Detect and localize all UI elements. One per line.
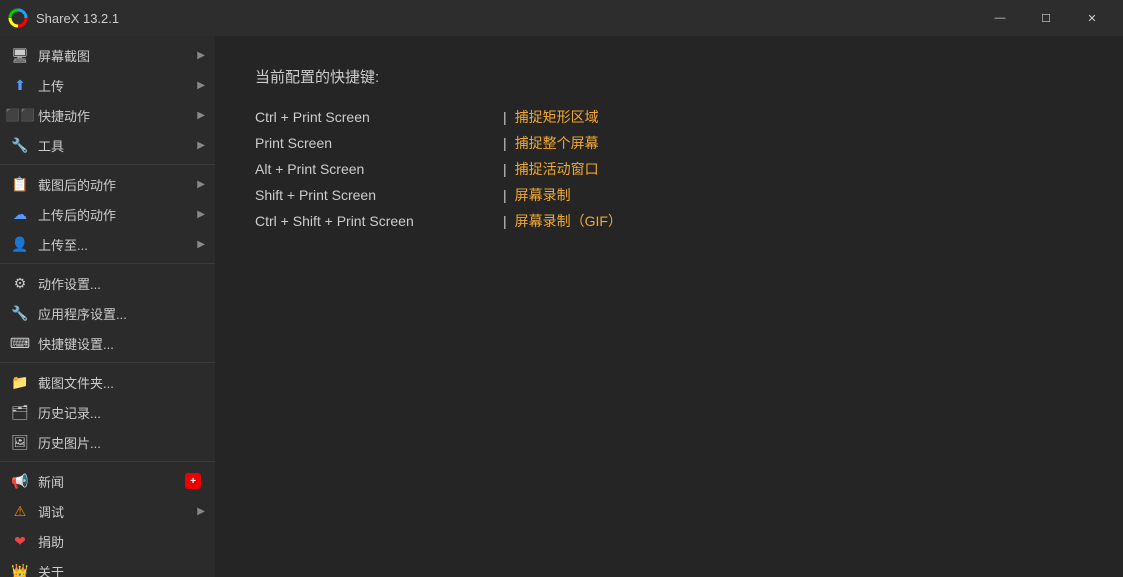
shortcut-key-1: Print Screen [255,135,495,151]
sidebar-label-history-images: 历史图片... [38,433,205,452]
app-logo [8,8,28,28]
shortcut-key-0: Ctrl + Print Screen [255,109,495,125]
sidebar-item-upload[interactable]: ⬆ 上传 ▶ [0,70,215,100]
content-area: 当前配置的快捷键: Ctrl + Print Screen | 捕捉矩形区域 P… [215,36,1123,577]
sidebar-label-hotkey-settings: 快捷键设置... [38,334,205,353]
capture-folder-icon: 📁 [10,372,30,392]
sidebar-item-quickactions[interactable]: ⬛⬛ 快捷动作 ▶ [0,100,215,130]
sidebar-item-screenshot[interactable]: 🖥 屏幕截图 ▶ [0,40,215,70]
shortcut-sep-3: | [503,187,507,203]
sidebar-label-capture-folder: 截图文件夹... [38,373,205,392]
sidebar-label-about: 关于 [38,562,205,577]
action-settings-icon: ⚙ [10,273,30,293]
close-button[interactable]: ✕ [1069,0,1115,36]
shortcut-action-2: 捕捉活动窗口 [515,159,599,179]
debug-icon: ⚠ [10,501,30,521]
upload-icon: ⬆ [10,75,30,95]
shortcut-sep-4: | [503,213,507,229]
window-controls: — ☐ ✕ [977,0,1115,36]
sidebar-item-debug[interactable]: ⚠ 调试 ▶ [0,496,215,526]
sidebar-item-upload-to[interactable]: 👤 上传至... ▶ [0,229,215,259]
sidebar-label-tools: 工具 [38,136,197,155]
divider-3 [0,362,215,363]
after-upload-icon: ☁ [10,204,30,224]
arrow-icon-quickactions: ▶ [197,110,205,121]
shortcut-row-4: Ctrl + Shift + Print Screen | 屏幕录制（GIF） [255,211,1083,231]
history-images-icon: 🖼 [10,432,30,452]
shortcut-sep-2: | [503,161,507,177]
sidebar-label-action-settings: 动作设置... [38,274,205,293]
arrow-icon-after-capture: ▶ [197,179,205,190]
sidebar-item-after-capture[interactable]: 📋 截图后的动作 ▶ [0,169,215,199]
sidebar-label-debug: 调试 [38,502,197,521]
after-capture-icon: 📋 [10,174,30,194]
arrow-icon-debug: ▶ [197,506,205,517]
app-settings-icon: 🔧 [10,303,30,323]
arrow-icon-after-upload: ▶ [197,209,205,220]
sidebar-label-app-settings: 应用程序设置... [38,304,205,323]
sidebar-item-app-settings[interactable]: 🔧 应用程序设置... [0,298,215,328]
arrow-icon-screenshot: ▶ [197,50,205,61]
sidebar-label-upload: 上传 [38,76,197,95]
shortcut-action-4: 屏幕录制（GIF） [515,211,622,231]
shortcut-sep-0: | [503,109,507,125]
shortcut-row-2: Alt + Print Screen | 捕捉活动窗口 [255,159,1083,179]
hotkey-settings-icon: ⌨ [10,333,30,353]
quickactions-icon: ⬛⬛ [10,105,30,125]
shortcut-key-3: Shift + Print Screen [255,187,495,203]
shortcut-row-1: Print Screen | 捕捉整个屏幕 [255,133,1083,153]
arrow-icon-upload-to: ▶ [197,239,205,250]
news-icon: 📢 [10,471,30,491]
shortcut-action-1: 捕捉整个屏幕 [515,133,599,153]
sidebar-label-screenshot: 屏幕截图 [38,46,197,65]
sidebar-item-hotkey-settings[interactable]: ⌨ 快捷键设置... [0,328,215,358]
news-badge: + [185,473,201,489]
tools-icon: 🔧 [10,135,30,155]
shortcut-action-0: 捕捉矩形区域 [515,107,599,127]
sidebar-label-history: 历史记录... [38,403,205,422]
shortcut-row-3: Shift + Print Screen | 屏幕录制 [255,185,1083,205]
sidebar-item-tools[interactable]: 🔧 工具 ▶ [0,130,215,160]
shortcut-action-3: 屏幕录制 [515,185,571,205]
content-title: 当前配置的快捷键: [255,66,1083,87]
shortcut-list: Ctrl + Print Screen | 捕捉矩形区域 Print Scree… [255,107,1083,231]
donate-icon: ❤ [10,531,30,551]
sidebar: 🖥 屏幕截图 ▶ ⬆ 上传 ▶ ⬛⬛ 快捷动作 ▶ 🔧 工具 ▶ [0,36,215,577]
titlebar: ShareX 13.2.1 — ☐ ✕ [0,0,1123,36]
minimize-button[interactable]: — [977,0,1023,36]
maximize-button[interactable]: ☐ [1023,0,1069,36]
about-icon: 👑 [10,561,30,577]
arrow-icon-upload: ▶ [197,80,205,91]
arrow-icon-tools: ▶ [197,140,205,151]
sidebar-item-history-images[interactable]: 🖼 历史图片... [0,427,215,457]
divider-1 [0,164,215,165]
sidebar-item-news[interactable]: 📢 新闻 + [0,466,215,496]
sidebar-item-history[interactable]: 🗂 历史记录... [0,397,215,427]
sidebar-label-donate: 捐助 [38,532,205,551]
upload-to-icon: 👤 [10,234,30,254]
shortcut-row-0: Ctrl + Print Screen | 捕捉矩形区域 [255,107,1083,127]
sidebar-label-after-upload: 上传后的动作 [38,205,197,224]
sidebar-label-upload-to: 上传至... [38,235,197,254]
screenshot-icon: 🖥 [10,45,30,65]
sidebar-item-after-upload[interactable]: ☁ 上传后的动作 ▶ [0,199,215,229]
divider-2 [0,263,215,264]
sidebar-label-quickactions: 快捷动作 [38,106,197,125]
shortcut-sep-1: | [503,135,507,151]
shortcut-key-4: Ctrl + Shift + Print Screen [255,213,495,229]
sidebar-item-donate[interactable]: ❤ 捐助 [0,526,215,556]
sidebar-item-about[interactable]: 👑 关于 [0,556,215,577]
sidebar-label-after-capture: 截图后的动作 [38,175,197,194]
main-layout: 🖥 屏幕截图 ▶ ⬆ 上传 ▶ ⬛⬛ 快捷动作 ▶ 🔧 工具 ▶ [0,36,1123,577]
history-icon: 🗂 [10,402,30,422]
app-title: ShareX 13.2.1 [36,11,977,26]
sidebar-item-action-settings[interactable]: ⚙ 动作设置... [0,268,215,298]
divider-4 [0,461,215,462]
sidebar-item-capture-folder[interactable]: 📁 截图文件夹... [0,367,215,397]
shortcut-key-2: Alt + Print Screen [255,161,495,177]
sidebar-label-news: 新闻 [38,472,185,491]
